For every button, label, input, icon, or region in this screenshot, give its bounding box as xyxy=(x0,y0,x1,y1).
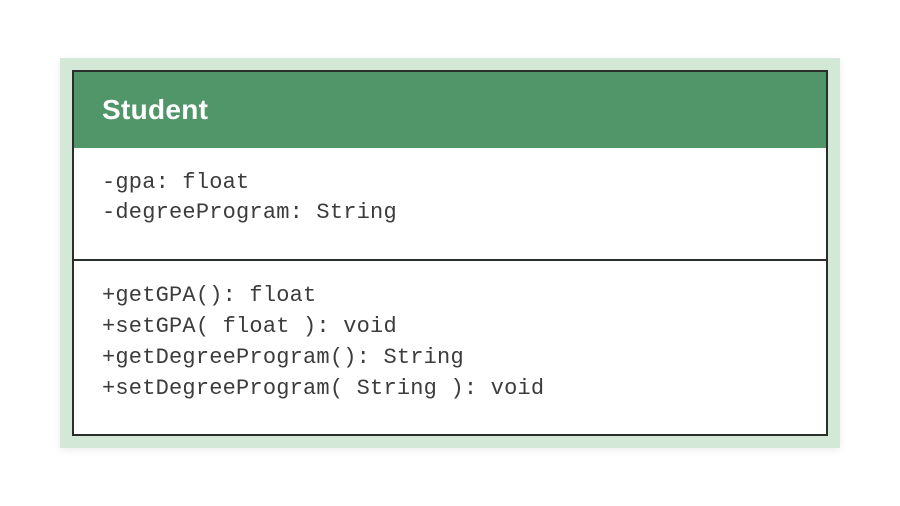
method-line: +getGPA(): float xyxy=(102,281,798,312)
methods-section: +getGPA(): float+setGPA( float ): void+g… xyxy=(74,261,826,434)
uml-class-diagram: Student -gpa: float-degreeProgram: Strin… xyxy=(60,58,840,449)
method-line: +setGPA( float ): void xyxy=(102,312,798,343)
attribute-line: -gpa: float xyxy=(102,168,798,199)
class-name: Student xyxy=(102,94,208,125)
class-name-header: Student xyxy=(74,72,826,148)
attributes-section: -gpa: float-degreeProgram: String xyxy=(74,148,826,260)
attribute-line: -degreeProgram: String xyxy=(102,198,798,229)
class-box: Student -gpa: float-degreeProgram: Strin… xyxy=(72,70,828,437)
method-line: +setDegreeProgram( String ): void xyxy=(102,374,798,405)
method-line: +getDegreeProgram(): String xyxy=(102,343,798,374)
